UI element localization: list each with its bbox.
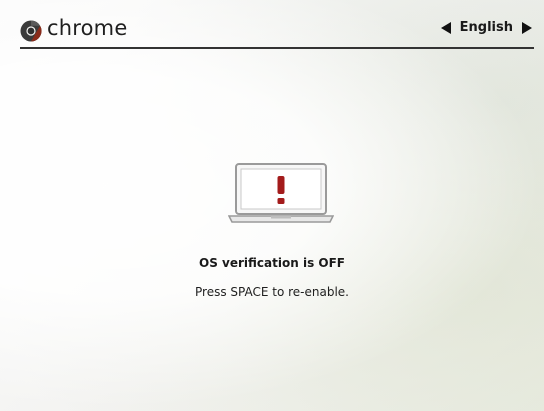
brand-name: chrome [47,16,128,40]
chrome-logo-icon [20,20,42,42]
left-arrow-icon[interactable] [440,21,451,34]
language-label: English [459,20,513,35]
language-selector[interactable]: English [440,20,532,35]
verification-title: OS verification is OFF [199,256,345,270]
header: chrome English [20,16,534,46]
laptop-warning-icon [227,162,335,224]
reenable-instruction: Press SPACE to re-enable. [195,285,349,299]
right-arrow-icon[interactable] [522,21,532,34]
screen: chrome English OS verification is OFF Pr… [0,0,544,411]
header-divider [20,47,534,49]
